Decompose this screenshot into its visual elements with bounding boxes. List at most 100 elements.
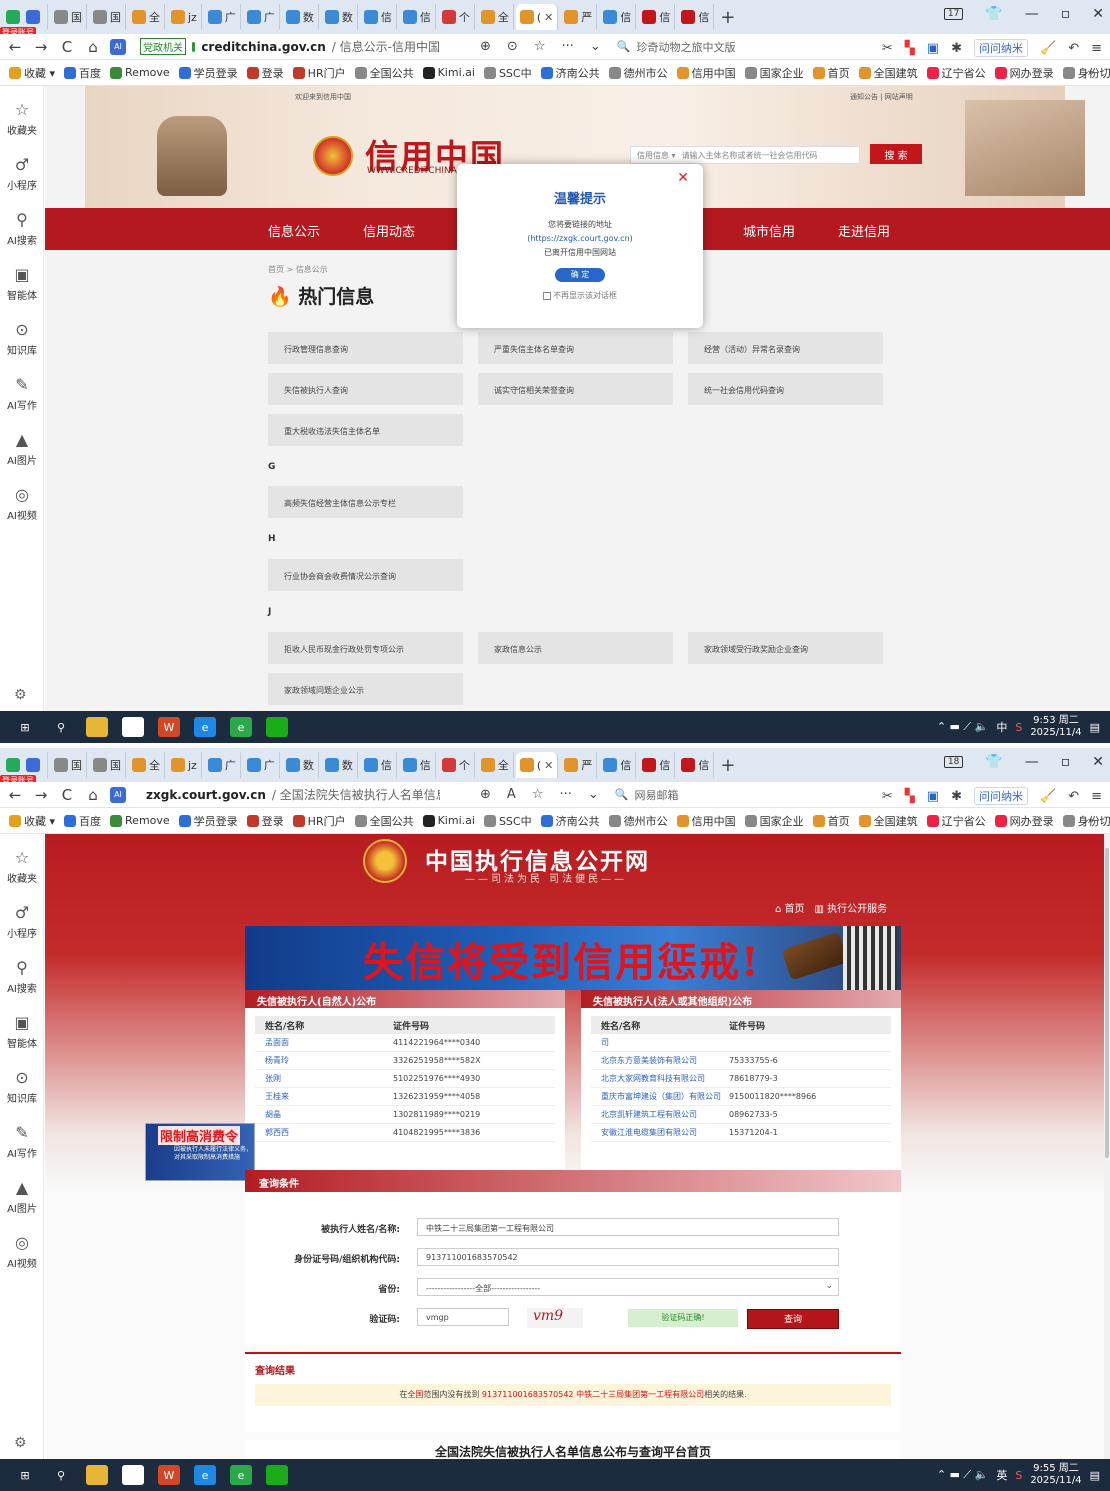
query-link[interactable]: 经营（活动）异常名录查询 (688, 332, 883, 364)
bookmark-item[interactable]: 国家企业 (744, 65, 804, 81)
table-row[interactable]: 郭西西 4104821995****3836 (255, 1124, 555, 1142)
top-links[interactable]: 通知公告 | 网站声明 (850, 92, 913, 102)
id-input[interactable]: 913711001683570542 (417, 1248, 839, 1266)
edge-icon[interactable]: e (194, 1465, 216, 1485)
sidebar-item[interactable]: ▲ AI图片 (0, 1178, 44, 1215)
sidebar-toggle-icon[interactable]: ▣ (927, 41, 939, 56)
bookmark-item[interactable]: 全国建筑 (858, 813, 918, 829)
browser-tab[interactable]: 信 (677, 4, 715, 30)
close-window-button[interactable]: ✕ (1092, 6, 1104, 22)
bookmark-item[interactable]: HR门户 (292, 65, 346, 81)
browser-tab[interactable]: 数 (282, 4, 319, 30)
entity-name[interactable]: 司 (591, 1037, 729, 1048)
zoom-icon[interactable]: ⊕ (480, 787, 491, 802)
tab-count-button[interactable]: 17 (943, 8, 964, 20)
browser-tab[interactable]: 全 (477, 752, 514, 778)
back-icon[interactable]: ← (4, 786, 26, 804)
browser-tab[interactable]: 信 (677, 752, 715, 778)
settings-icon[interactable]: ⚙ (14, 1435, 27, 1451)
back-icon[interactable]: ← (4, 38, 26, 56)
sidebar-item[interactable]: ⚲ AI搜索 (0, 210, 44, 247)
bookmark-item[interactable]: 全国公共 (354, 65, 414, 81)
scrollbar-thumb[interactable] (1105, 848, 1109, 1158)
breadcrumb[interactable]: 首页 > 信息公示 (268, 264, 328, 275)
close-window-button[interactable]: ✕ (1092, 754, 1104, 770)
windows-icon[interactable]: ⊞ (14, 1465, 36, 1485)
table-row[interactable]: 司 (591, 1034, 891, 1052)
query-link[interactable]: 行业协会商会收费情况公示查询 (268, 559, 463, 591)
tab-count-button[interactable]: 18 (943, 756, 964, 768)
puzzle-icon[interactable]: ✱ (951, 789, 962, 804)
entity-name[interactable]: 张刚 (255, 1073, 393, 1084)
table-row[interactable]: 王桂来 1326231959****4058 (255, 1088, 555, 1106)
browser-icon[interactable]: e (230, 1465, 252, 1485)
query-link[interactable]: 严重失信主体名单查询 (478, 332, 673, 364)
undo-icon[interactable]: ↶ (1068, 789, 1079, 804)
query-link[interactable]: 统一社会信用代码查询 (688, 373, 883, 405)
url-field[interactable]: zxgk.court.gov.cn / 全国法院失信被执行人名单信息公布与 (140, 786, 440, 803)
table-row[interactable]: 安徽江淮电缆集团有限公司 15371204-1 (591, 1124, 891, 1142)
sidebar-item[interactable]: ♂ 小程序 (0, 903, 44, 940)
entity-name[interactable]: 王桂来 (255, 1091, 393, 1102)
bookmark-item[interactable]: 首页 (812, 65, 850, 81)
wechat-icon[interactable] (266, 1465, 288, 1485)
browser-tab[interactable]: 个 (438, 4, 475, 30)
scissors-icon[interactable]: ✂ (882, 789, 893, 804)
url-field[interactable]: 党政机关 creditchina.gov.cn / 信息公示-信用中国 (140, 38, 440, 55)
browser-tab[interactable]: 国 (50, 4, 87, 30)
broom-icon[interactable]: 🧹 (1040, 41, 1056, 56)
bookmark-item[interactable]: 德州市公 (608, 65, 668, 81)
browser-tab[interactable]: jz (167, 4, 202, 30)
restore-button[interactable]: ▫ (1061, 6, 1071, 22)
bookmark-item[interactable]: Remove (110, 66, 170, 79)
chevron-down-icon[interactable]: ⌄ (590, 39, 601, 54)
sidebar-item[interactable]: ▲ AI图片 (0, 430, 44, 467)
star-icon[interactable]: ☆ (532, 787, 544, 802)
table-row[interactable]: 胡晶 1302811989****0219 (255, 1106, 555, 1124)
sidebar-item[interactable]: ▣ 智能体 (0, 265, 44, 302)
entity-name[interactable]: 杨青玲 (255, 1055, 393, 1066)
service-link[interactable]: ▥ 执行公开服务 (815, 900, 888, 915)
float-ad[interactable]: 限制高消费令 因被执行人未履行法律义务，对其采取限制高消费措施 (145, 1123, 255, 1181)
browser-icon[interactable]: e (230, 717, 252, 737)
shirt-icon[interactable]: 👕 (985, 754, 1002, 770)
read-aloud-icon[interactable]: A (507, 787, 516, 802)
scissors-icon[interactable]: ✂ (882, 41, 893, 56)
bookmarks-more-button[interactable]: » (1087, 814, 1094, 827)
sidebar-item[interactable]: ⊙ 知识库 (0, 1068, 44, 1105)
sidebar-item[interactable]: ◎ AI视频 (0, 1233, 44, 1270)
bookmark-item[interactable]: 辽宁省公 (926, 65, 986, 81)
province-select[interactable]: -----------------全部----------------- ⌄ (417, 1278, 839, 1296)
browser-tab[interactable]: (✕ (515, 4, 559, 30)
browser-tab[interactable]: 全 (477, 4, 514, 30)
bookmark-item[interactable]: Remove (110, 814, 170, 827)
table-row[interactable]: 孟面面 4114221964****0340 (255, 1034, 555, 1052)
query-link[interactable]: 家政信息公示 (478, 632, 673, 664)
bookmark-item[interactable]: 首页 (812, 813, 850, 829)
forward-icon[interactable]: → (30, 786, 52, 804)
qq-icon[interactable] (122, 1465, 144, 1485)
bookmark-item[interactable]: 辽宁省公 (926, 813, 986, 829)
wps-icon[interactable]: W (158, 717, 180, 737)
search-category[interactable]: 信用信息 ▾ (637, 150, 676, 161)
notification-icon[interactable]: ▤ (1090, 721, 1100, 734)
browser-tab[interactable]: 广 (204, 752, 241, 778)
entity-name[interactable]: 北京凯轩建筑工程有限公司 (591, 1109, 729, 1120)
table-row[interactable]: 杨青玲 3326251958****582X (255, 1052, 555, 1070)
browser-tab[interactable]: 信 (599, 4, 637, 30)
bookmark-item[interactable]: HR门户 (292, 813, 346, 829)
captcha-input[interactable]: vmgp (417, 1308, 509, 1326)
name-input[interactable]: 中铁二十三局集团第一工程有限公司 (417, 1218, 839, 1236)
chevron-down-icon[interactable]: ⌄ (588, 787, 599, 802)
more-icon[interactable]: ··· (559, 787, 571, 802)
search-icon[interactable]: ⚲ (50, 1465, 72, 1485)
puzzle-icon[interactable]: ✱ (951, 41, 962, 56)
new-tab-button[interactable]: + (720, 755, 735, 776)
browser-tab[interactable]: 国 (89, 4, 126, 30)
minimize-button[interactable]: — (1025, 754, 1039, 770)
browser-tab[interactable]: 全 (128, 752, 165, 778)
bookmark-item[interactable]: 济南公共 (540, 65, 600, 81)
menu-icon[interactable]: ≡ (1091, 789, 1102, 804)
query-link[interactable]: 失信被执行人查询 (268, 373, 463, 405)
sogou-icon[interactable]: S (1015, 1469, 1022, 1482)
